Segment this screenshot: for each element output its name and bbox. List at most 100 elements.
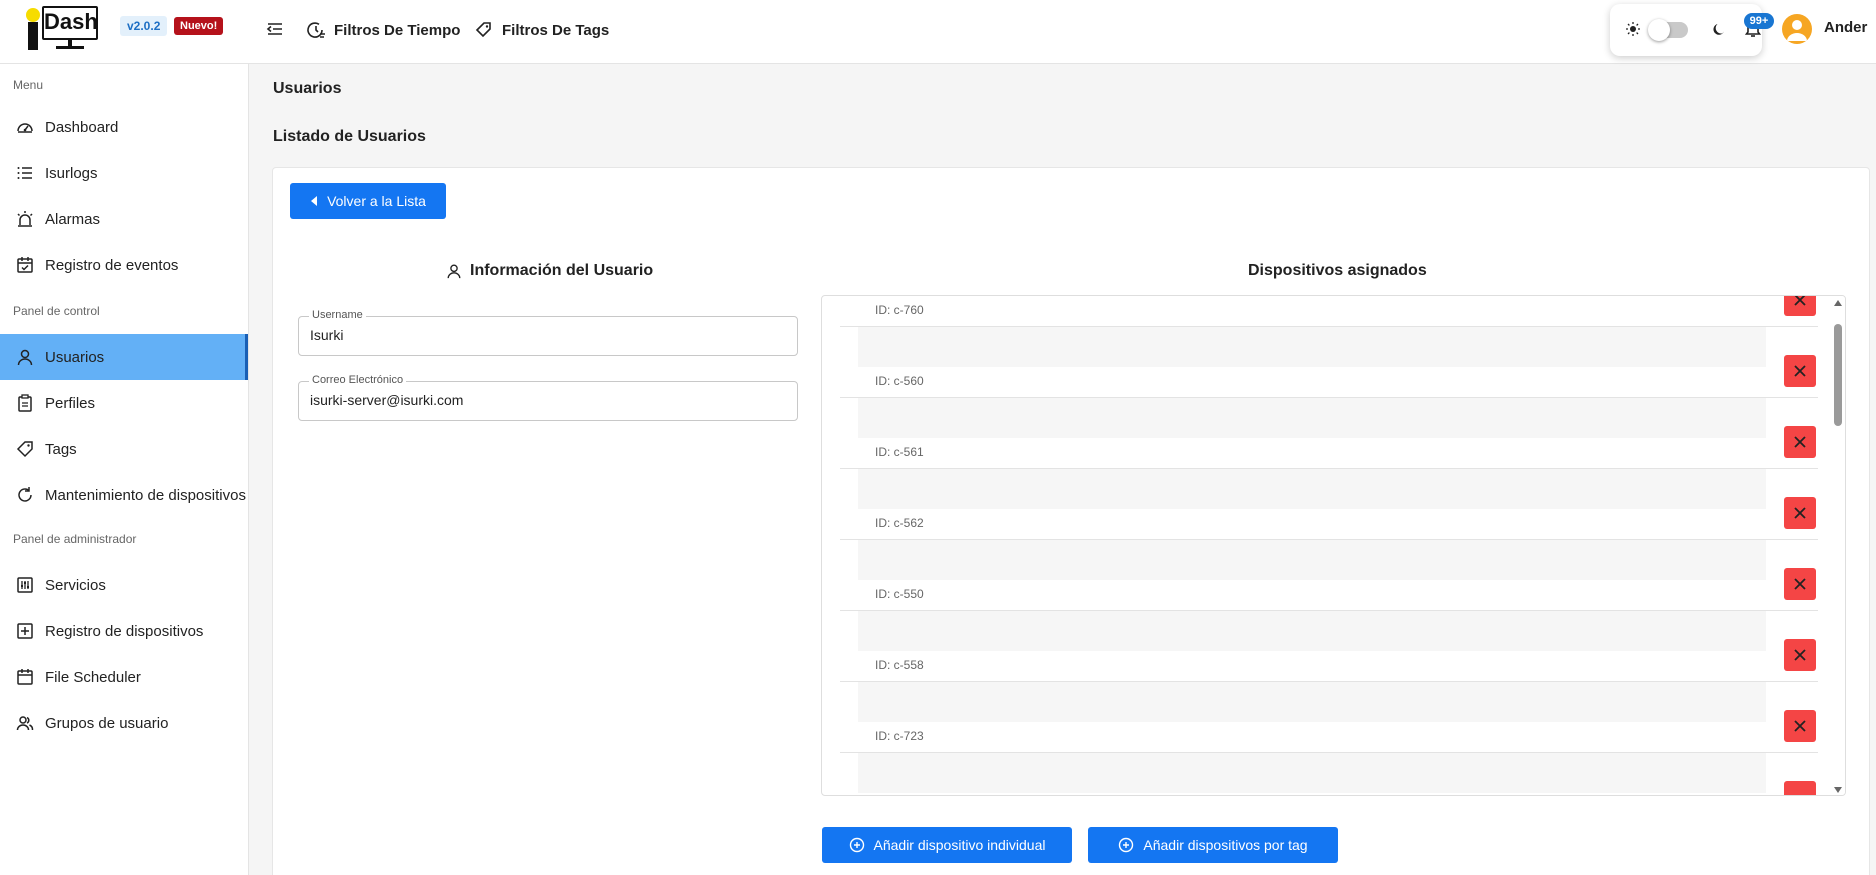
add-devices-by-tag-label: Añadir dispositivos por tag <box>1143 837 1308 853</box>
user-name[interactable]: Ander <box>1824 19 1867 36</box>
sidebar-item-label: Dashboard <box>45 118 119 136</box>
device-row-field <box>858 295 1766 296</box>
sidebar-item-isurlogs[interactable]: Isurlogs <box>0 150 248 196</box>
device-id: ID: c-560 <box>875 374 924 388</box>
delete-device-button[interactable] <box>1784 426 1816 458</box>
logo-text: Dash <box>42 6 98 40</box>
moon-icon <box>1713 24 1724 35</box>
sidebar-item-label: Grupos de usuario <box>45 714 169 732</box>
sidebar-item-label: Usuarios <box>45 348 105 366</box>
sidebar-item-label: Tags <box>45 440 77 458</box>
section-admin-title: Panel de administrador <box>13 532 137 546</box>
list-item: ID: c-550 <box>840 540 1818 611</box>
theme-switcher <box>1610 4 1762 56</box>
add-single-device-button[interactable]: Añadir dispositivo individual <box>822 827 1072 863</box>
sidebar-item-tags[interactable]: Tags <box>0 426 248 472</box>
page-title: Usuarios <box>273 80 342 97</box>
add-single-device-label: Añadir dispositivo individual <box>873 837 1046 853</box>
sidebar: Menu Dashboard Isurlogs Alarmas Registro… <box>0 64 249 875</box>
sidebar-item-dashboard[interactable]: Dashboard <box>0 104 248 150</box>
delete-device-button[interactable] <box>1784 355 1816 387</box>
theme-toggle-knob <box>1648 19 1670 41</box>
list-item: ID: c-760 <box>840 295 1818 327</box>
sidebar-item-usuarios[interactable]: Usuarios <box>0 334 248 380</box>
email-input[interactable] <box>310 392 780 408</box>
plus-circle-icon <box>1119 837 1134 853</box>
device-row-field <box>858 753 1766 793</box>
close-icon <box>1794 720 1806 732</box>
back-to-list-button[interactable]: Volver a la Lista <box>290 183 446 219</box>
clock-filter-icon <box>307 22 325 38</box>
list-item <box>840 753 1818 795</box>
menu-collapse-icon[interactable] <box>266 20 284 38</box>
device-row-field <box>858 398 1766 438</box>
scroll-thumb[interactable] <box>1834 324 1842 426</box>
tag-filters-button[interactable]: Filtros De Tags <box>474 18 609 42</box>
sidebar-item-registro-dispositivos[interactable]: Registro de dispositivos <box>0 608 248 654</box>
delete-device-button[interactable] <box>1784 568 1816 600</box>
device-id: ID: c-558 <box>875 658 924 672</box>
sidebar-item-label: Alarmas <box>45 210 101 228</box>
time-filters-label: Filtros De Tiempo <box>334 21 461 39</box>
avatar-person-icon <box>1787 20 1807 41</box>
user-info-title-text: Información del Usuario <box>470 262 654 279</box>
plus-square-icon <box>17 623 33 639</box>
theme-toggle[interactable] <box>1648 19 1688 41</box>
tag-icon <box>16 441 33 458</box>
device-row-field <box>858 327 1766 367</box>
user-info-title: Información del Usuario <box>446 262 653 280</box>
assigned-devices-list[interactable]: ID: c-760 ID: c-560 ID: c-561 ID: c-562 … <box>821 295 1846 796</box>
list-item: ID: c-558 <box>840 611 1818 682</box>
sidebar-item-label: File Scheduler <box>45 668 141 686</box>
time-filters-button[interactable]: Filtros De Tiempo <box>306 18 460 42</box>
avatar[interactable] <box>1782 14 1812 44</box>
device-row-field <box>858 540 1766 580</box>
device-id: ID: c-550 <box>875 587 924 601</box>
logo-dot <box>26 8 40 22</box>
list-item: ID: c-723 <box>840 682 1818 753</box>
device-row-field <box>858 611 1766 651</box>
list-item: ID: c-562 <box>840 469 1818 540</box>
sidebar-item-label: Registro de dispositivos <box>45 622 204 640</box>
sidebar-item-perfiles[interactable]: Perfiles <box>0 380 248 426</box>
notification-count-badge: 99+ <box>1744 13 1774 29</box>
sidebar-item-label: Perfiles <box>45 394 96 412</box>
page-subtitle: Listado de Usuarios <box>273 128 426 145</box>
new-badge: Nuevo! <box>174 17 224 35</box>
close-icon <box>1794 578 1806 590</box>
add-devices-by-tag-button[interactable]: Añadir dispositivos por tag <box>1088 827 1338 863</box>
delete-device-button[interactable] <box>1784 639 1816 671</box>
sidebar-item-mantenimiento[interactable]: Mantenimiento de dispositivos <box>0 472 248 518</box>
delete-device-button[interactable] <box>1784 497 1816 529</box>
sidebar-item-label: Servicios <box>45 576 106 594</box>
sidebar-item-servicios[interactable]: Servicios <box>0 562 248 608</box>
clipboard-icon <box>18 394 32 412</box>
plus-circle-icon <box>849 837 864 853</box>
close-icon <box>1794 296 1806 306</box>
delete-device-button[interactable] <box>1784 710 1816 742</box>
scroll-up-arrow-icon[interactable] <box>1834 300 1842 306</box>
sidebar-item-registro-eventos[interactable]: Registro de eventos <box>0 242 248 288</box>
device-id: ID: c-760 <box>875 303 924 317</box>
devices-title: Dispositivos asignados <box>1248 262 1427 279</box>
alarm-light-icon <box>17 211 33 227</box>
gauge-icon <box>17 123 33 133</box>
sidebar-item-grupos-usuario[interactable]: Grupos de usuario <box>0 700 248 746</box>
app-logo[interactable]: Dash <box>22 4 102 50</box>
delete-device-button[interactable] <box>1784 781 1816 795</box>
logo-base <box>56 46 84 49</box>
username-input[interactable] <box>310 327 780 343</box>
sidebar-item-file-scheduler[interactable]: File Scheduler <box>0 654 248 700</box>
users-icon <box>16 716 34 731</box>
delete-device-button[interactable] <box>1784 296 1816 316</box>
tag-filters-label: Filtros De Tags <box>502 21 610 39</box>
scroll-down-arrow-icon[interactable] <box>1834 787 1842 793</box>
close-icon <box>1794 649 1806 661</box>
logo-bar <box>28 22 38 50</box>
section-menu-title: Menu <box>13 78 44 92</box>
sidebar-item-alarmas[interactable]: Alarmas <box>0 196 248 242</box>
user-icon <box>17 349 33 366</box>
sun-icon <box>1626 22 1640 36</box>
device-row-field <box>858 682 1766 722</box>
devices-scrollbar[interactable] <box>1831 296 1845 795</box>
